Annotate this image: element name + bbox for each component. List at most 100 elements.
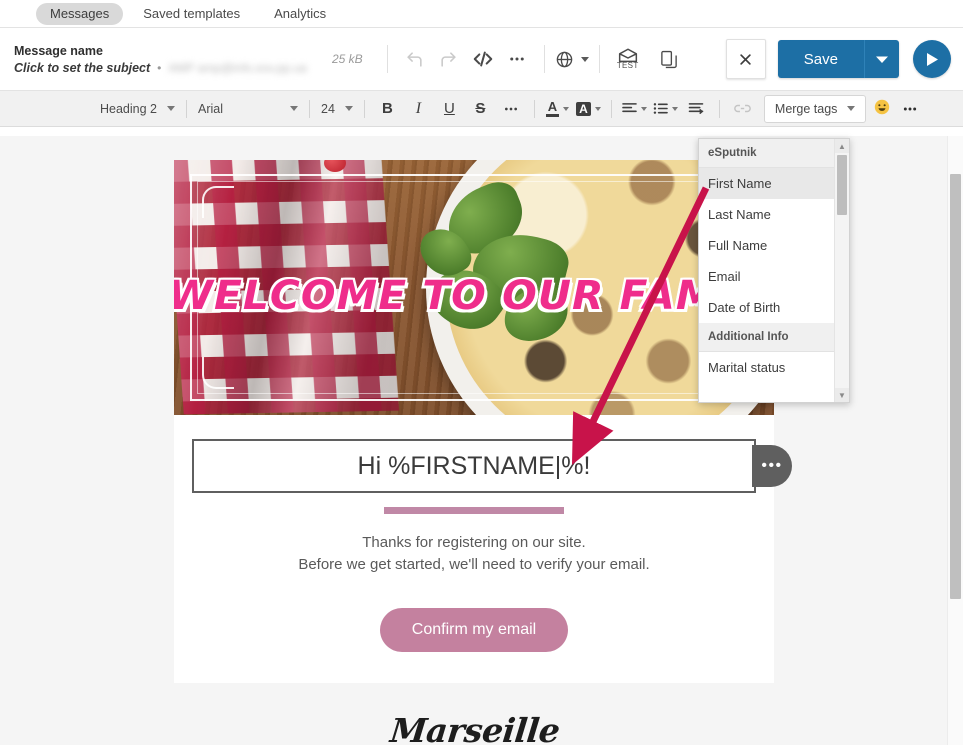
indent-button[interactable]	[681, 96, 712, 122]
heading-text[interactable]: Hi %FIRSTNAME|%!	[358, 452, 591, 481]
formatting-toolbar: Heading 2 Arial 24 B I U S A A Merge tag…	[0, 91, 963, 127]
toolbar-divider-5	[610, 99, 612, 118]
paragraph-style-select[interactable]: Heading 2	[96, 96, 179, 122]
save-button[interactable]: Save	[777, 40, 864, 78]
dropdown-scroll-down-icon[interactable]: ▼	[835, 388, 849, 402]
font-family-select[interactable]: Arial	[194, 96, 302, 122]
dropdown-scrollbar[interactable]: ▲ ▼	[834, 139, 849, 402]
align-left-button[interactable]	[619, 96, 650, 122]
accent-divider	[384, 507, 564, 514]
toolbar-divider-4	[533, 99, 535, 118]
send-test-icon[interactable]: TEST	[610, 48, 646, 70]
message-header-bar: Message name Click to set the subject • …	[0, 28, 963, 91]
italic-button[interactable]: I	[403, 96, 434, 122]
save-dropdown-chevron-icon[interactable]	[864, 40, 899, 78]
undo-arrow-icon[interactable]	[398, 42, 432, 76]
message-size: 25 kB	[332, 52, 363, 66]
dropdown-scroll-up-icon[interactable]: ▲	[835, 139, 849, 153]
email-editor-app: Messages Saved templates Analytics Messa…	[0, 0, 963, 745]
merge-tags-button[interactable]: Merge tags	[763, 94, 867, 123]
tab-saved-templates[interactable]: Saved templates	[129, 3, 254, 25]
merge-group-additional-info: Additional Info	[699, 323, 849, 352]
language-globe-icon[interactable]	[555, 50, 589, 69]
tab-saved-templates-label: Saved templates	[143, 5, 241, 21]
text-color-button[interactable]: A	[542, 96, 573, 122]
tab-messages-label: Messages	[50, 5, 110, 21]
code-view-icon[interactable]	[466, 42, 500, 76]
header-divider-1	[386, 45, 388, 73]
toolbar-divider-3	[363, 99, 365, 118]
page-scrollbar-thumb[interactable]	[950, 174, 961, 599]
copy-icon[interactable]	[652, 42, 686, 76]
paragraph-style-value: Heading 2	[100, 101, 157, 116]
save-button-label: Save	[803, 50, 838, 68]
bold-button[interactable]: B	[372, 96, 403, 122]
merge-tags-label: Merge tags	[774, 101, 838, 116]
message-name[interactable]: Message name	[14, 43, 324, 59]
emoji-icon[interactable]	[874, 99, 890, 118]
merge-item-full-name[interactable]: Full Name	[699, 230, 849, 261]
preview-play-button[interactable]	[913, 40, 951, 78]
body-paragraph[interactable]: Thanks for registering on our site. Befo…	[174, 532, 774, 576]
sender-address-blurred: AMP amp@info.esv.pp.ua	[168, 60, 307, 75]
font-size-select[interactable]: 24	[317, 96, 357, 122]
tab-analytics-label: Analytics	[274, 5, 327, 21]
merge-tags-dropdown: eSputnik First Name Last Name Full Name …	[698, 138, 850, 403]
merge-item-email[interactable]: Email	[699, 261, 849, 292]
send-test-label: TEST	[616, 61, 639, 70]
message-title-group[interactable]: Message name Click to set the subject • …	[14, 43, 324, 76]
heading-block-wrap: Hi %FIRSTNAME|%! •••	[174, 415, 792, 493]
dropdown-scroll-thumb[interactable]	[837, 155, 847, 215]
paragraph-style-chevron-down-icon	[167, 106, 175, 111]
merge-item-date-of-birth[interactable]: Date of Birth	[699, 292, 849, 323]
highlight-color-button[interactable]: A	[573, 96, 604, 122]
highlight-color-chevron-down-icon	[594, 106, 601, 111]
italic-label: I	[415, 99, 422, 117]
highlight-color-glyph: A	[576, 101, 591, 116]
strikethrough-button[interactable]: S	[465, 96, 496, 122]
strikethrough-label: S	[475, 100, 486, 117]
heading-text-block[interactable]: Hi %FIRSTNAME|%! •••	[192, 439, 792, 493]
page-scrollbar[interactable]	[947, 136, 963, 745]
redo-arrow-icon[interactable]	[432, 42, 466, 76]
link-icon[interactable]	[727, 96, 758, 122]
close-button[interactable]	[725, 39, 766, 79]
toolbar-overflow-icon[interactable]	[894, 96, 925, 122]
toolbar-divider-1	[186, 99, 187, 118]
font-size-chevron-down-icon	[344, 106, 353, 111]
merge-tags-list: eSputnik First Name Last Name Full Name …	[699, 139, 849, 402]
hero-banner-image[interactable]: WELCOME TO OUR FAMILY	[174, 160, 774, 415]
bold-label: B	[381, 100, 393, 117]
subject-separator-dot: •	[157, 60, 162, 75]
toolbar-divider-6	[718, 99, 720, 118]
block-options-icon: •••	[761, 457, 783, 474]
footer-logo-area: Marseille	[174, 683, 774, 745]
merge-item-first-name[interactable]: First Name	[699, 168, 849, 199]
tab-analytics[interactable]: Analytics	[260, 3, 340, 25]
bulleted-list-button[interactable]	[650, 96, 681, 122]
message-subject-row: Click to set the subject • AMP amp@info.…	[14, 60, 324, 76]
language-chevron-down-icon	[580, 56, 589, 62]
confirm-email-button[interactable]: Confirm my email	[379, 608, 569, 652]
underline-button[interactable]: U	[434, 96, 465, 122]
message-subject-placeholder[interactable]: Click to set the subject	[14, 60, 150, 76]
paragraph-line-2: Before we get started, we'll need to ver…	[298, 556, 650, 573]
toolbar-divider-2	[309, 99, 310, 118]
merge-item-marital-status[interactable]: Marital status	[699, 352, 849, 383]
text-color-chevron-down-icon	[562, 106, 569, 111]
email-body: WELCOME TO OUR FAMILY Hi %FIRSTNAME|%! •…	[174, 160, 792, 690]
merge-group-esputnik: eSputnik	[699, 139, 849, 168]
font-family-value: Arial	[198, 101, 224, 116]
block-options-handle[interactable]: •••	[752, 445, 792, 487]
tab-messages[interactable]: Messages	[36, 2, 124, 25]
header-more-icon[interactable]	[500, 42, 534, 76]
merge-item-last-name[interactable]: Last Name	[699, 199, 849, 230]
hero-title: WELCOME TO OUR FAMILY	[174, 273, 774, 319]
font-family-chevron-down-icon	[290, 106, 298, 111]
header-divider-2	[543, 45, 545, 73]
top-tab-bar: Messages Saved templates Analytics	[0, 0, 963, 28]
font-size-value: 24	[321, 101, 335, 116]
cta-container: Confirm my email	[174, 608, 774, 690]
text-format-more-icon[interactable]	[496, 96, 527, 122]
list-chevron-down-icon	[671, 106, 678, 111]
